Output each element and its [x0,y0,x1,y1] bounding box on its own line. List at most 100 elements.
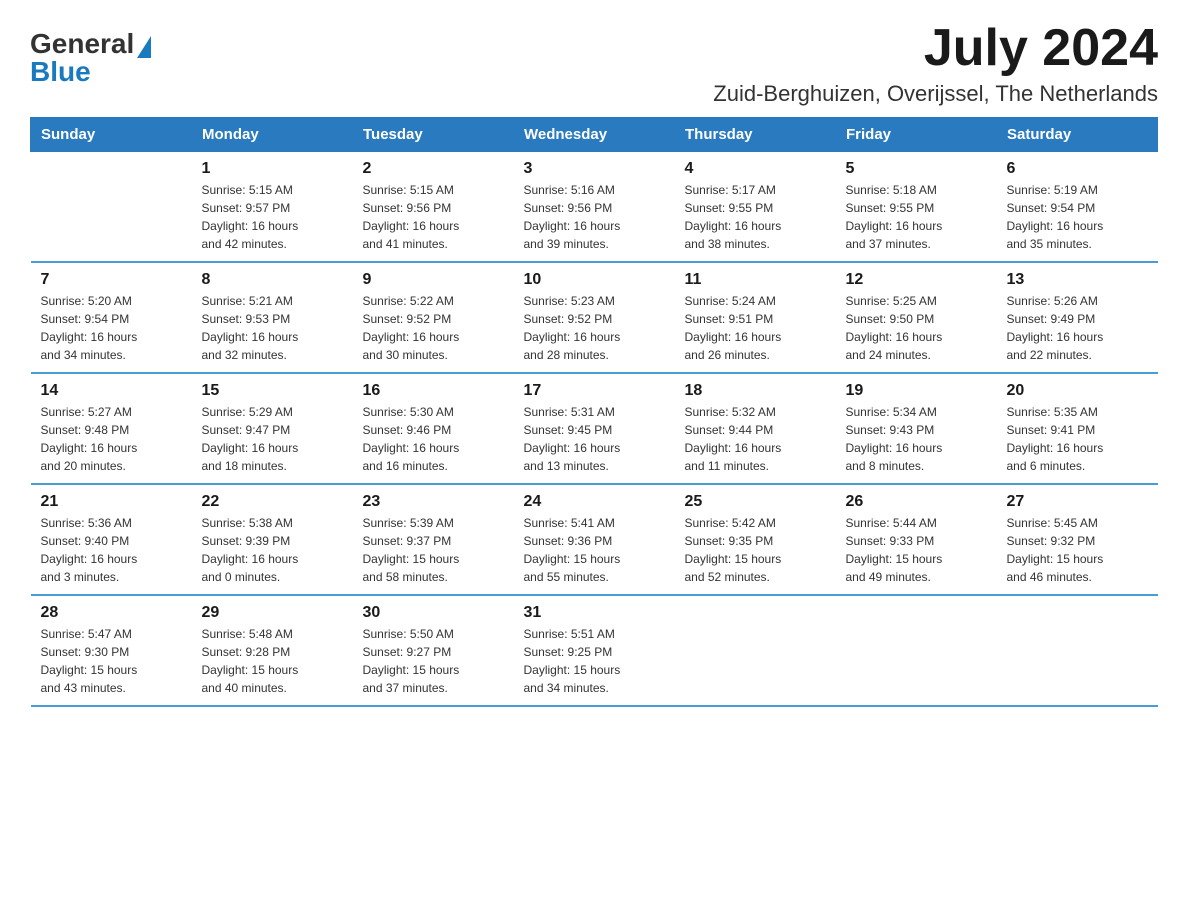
calendar-table: SundayMondayTuesdayWednesdayThursdayFrid… [30,117,1158,707]
day-info: Sunrise: 5:38 AMSunset: 9:39 PMDaylight:… [202,514,343,586]
calendar-cell: 11 Sunrise: 5:24 AMSunset: 9:51 PMDayligh… [675,262,836,373]
day-info: Sunrise: 5:21 AMSunset: 9:53 PMDaylight:… [202,292,343,364]
calendar-cell: 24 Sunrise: 5:41 AMSunset: 9:36 PMDayligh… [514,484,675,595]
header-friday: Friday [836,118,997,152]
calendar-cell [675,595,836,706]
calendar-cell [31,152,192,263]
calendar-cell: 4 Sunrise: 5:17 AMSunset: 9:55 PMDaylight… [675,152,836,263]
calendar-cell: 1 Sunrise: 5:15 AMSunset: 9:57 PMDaylight… [192,152,353,263]
day-info: Sunrise: 5:27 AMSunset: 9:48 PMDaylight:… [41,403,182,475]
day-info: Sunrise: 5:34 AMSunset: 9:43 PMDaylight:… [846,403,987,475]
day-number: 7 [41,271,182,289]
day-info: Sunrise: 5:47 AMSunset: 9:30 PMDaylight:… [41,625,182,697]
day-info: Sunrise: 5:42 AMSunset: 9:35 PMDaylight:… [685,514,826,586]
day-info: Sunrise: 5:16 AMSunset: 9:56 PMDaylight:… [524,181,665,253]
calendar-cell: 9 Sunrise: 5:22 AMSunset: 9:52 PMDaylight… [353,262,514,373]
day-number: 2 [363,160,504,178]
logo-blue: Blue [30,56,91,87]
day-number: 11 [685,271,826,289]
day-info: Sunrise: 5:24 AMSunset: 9:51 PMDaylight:… [685,292,826,364]
calendar-cell: 19Sunrise: 5:34 AMSunset: 9:43 PMDayligh… [836,373,997,484]
day-info: Sunrise: 5:19 AMSunset: 9:54 PMDaylight:… [1007,181,1148,253]
logo: General Blue [30,30,151,86]
calendar-cell: 28 Sunrise: 5:47 AMSunset: 9:30 PMDayligh… [31,595,192,706]
calendar-cell: 31 Sunrise: 5:51 AMSunset: 9:25 PMDayligh… [514,595,675,706]
day-info: Sunrise: 5:41 AMSunset: 9:36 PMDaylight:… [524,514,665,586]
day-info: Sunrise: 5:15 AMSunset: 9:57 PMDaylight:… [202,181,343,253]
day-number: 14 [41,382,182,400]
day-number: 6 [1007,160,1148,178]
day-number: 21 [41,493,182,511]
header-sunday: Sunday [31,118,192,152]
day-info: Sunrise: 5:15 AMSunset: 9:56 PMDaylight:… [363,181,504,253]
day-info: Sunrise: 5:20 AMSunset: 9:54 PMDaylight:… [41,292,182,364]
calendar-cell: 14 Sunrise: 5:27 AMSunset: 9:48 PMDayligh… [31,373,192,484]
day-info: Sunrise: 5:25 AMSunset: 9:50 PMDaylight:… [846,292,987,364]
day-number: 30 [363,604,504,622]
day-number: 10 [524,271,665,289]
day-number: 15 [202,382,343,400]
calendar-cell: 10Sunrise: 5:23 AMSunset: 9:52 PMDayligh… [514,262,675,373]
day-number: 9 [363,271,504,289]
day-info: Sunrise: 5:30 AMSunset: 9:46 PMDaylight:… [363,403,504,475]
day-number: 23 [363,493,504,511]
calendar-cell: 30 Sunrise: 5:50 AMSunset: 9:27 PMDayligh… [353,595,514,706]
calendar-cell [836,595,997,706]
calendar-cell: 6 Sunrise: 5:19 AMSunset: 9:54 PMDaylight… [997,152,1158,263]
day-number: 26 [846,493,987,511]
calendar-week-row: 7 Sunrise: 5:20 AMSunset: 9:54 PMDaylight… [31,262,1158,373]
calendar-week-row: 14 Sunrise: 5:27 AMSunset: 9:48 PMDayligh… [31,373,1158,484]
day-number: 3 [524,160,665,178]
calendar-cell: 26Sunrise: 5:44 AMSunset: 9:33 PMDayligh… [836,484,997,595]
day-info: Sunrise: 5:29 AMSunset: 9:47 PMDaylight:… [202,403,343,475]
day-number: 12 [846,271,987,289]
day-number: 28 [41,604,182,622]
location-subtitle: Zuid-Berghuizen, Overijssel, The Netherl… [713,81,1158,107]
calendar-cell: 7 Sunrise: 5:20 AMSunset: 9:54 PMDaylight… [31,262,192,373]
logo-triangle-icon [137,36,151,58]
header-monday: Monday [192,118,353,152]
calendar-cell: 23 Sunrise: 5:39 AMSunset: 9:37 PMDayligh… [353,484,514,595]
calendar-cell: 3 Sunrise: 5:16 AMSunset: 9:56 PMDaylight… [514,152,675,263]
calendar-cell: 15 Sunrise: 5:29 AMSunset: 9:47 PMDayligh… [192,373,353,484]
day-info: Sunrise: 5:26 AMSunset: 9:49 PMDaylight:… [1007,292,1148,364]
month-year-title: July 2024 [713,20,1158,77]
calendar-header-row: SundayMondayTuesdayWednesdayThursdayFrid… [31,118,1158,152]
title-section: July 2024 Zuid-Berghuizen, Overijssel, T… [713,20,1158,107]
calendar-week-row: 21 Sunrise: 5:36 AMSunset: 9:40 PMDayligh… [31,484,1158,595]
day-number: 31 [524,604,665,622]
calendar-cell: 27 Sunrise: 5:45 AMSunset: 9:32 PMDayligh… [997,484,1158,595]
day-number: 20 [1007,382,1148,400]
day-info: Sunrise: 5:39 AMSunset: 9:37 PMDaylight:… [363,514,504,586]
calendar-cell: 21 Sunrise: 5:36 AMSunset: 9:40 PMDayligh… [31,484,192,595]
header-wednesday: Wednesday [514,118,675,152]
day-number: 27 [1007,493,1148,511]
day-number: 29 [202,604,343,622]
day-info: Sunrise: 5:32 AMSunset: 9:44 PMDaylight:… [685,403,826,475]
day-number: 13 [1007,271,1148,289]
calendar-cell: 20 Sunrise: 5:35 AMSunset: 9:41 PMDayligh… [997,373,1158,484]
day-info: Sunrise: 5:50 AMSunset: 9:27 PMDaylight:… [363,625,504,697]
day-info: Sunrise: 5:35 AMSunset: 9:41 PMDaylight:… [1007,403,1148,475]
calendar-cell: 13 Sunrise: 5:26 AMSunset: 9:49 PMDayligh… [997,262,1158,373]
calendar-cell: 5Sunrise: 5:18 AMSunset: 9:55 PMDaylight… [836,152,997,263]
calendar-cell: 18 Sunrise: 5:32 AMSunset: 9:44 PMDayligh… [675,373,836,484]
day-info: Sunrise: 5:22 AMSunset: 9:52 PMDaylight:… [363,292,504,364]
day-info: Sunrise: 5:36 AMSunset: 9:40 PMDaylight:… [41,514,182,586]
calendar-cell [997,595,1158,706]
page-header: General Blue July 2024 Zuid-Berghuizen, … [30,20,1158,107]
calendar-cell: 16Sunrise: 5:30 AMSunset: 9:46 PMDayligh… [353,373,514,484]
header-tuesday: Tuesday [353,118,514,152]
day-info: Sunrise: 5:51 AMSunset: 9:25 PMDaylight:… [524,625,665,697]
day-number: 1 [202,160,343,178]
day-number: 4 [685,160,826,178]
day-info: Sunrise: 5:31 AMSunset: 9:45 PMDaylight:… [524,403,665,475]
day-info: Sunrise: 5:48 AMSunset: 9:28 PMDaylight:… [202,625,343,697]
day-number: 8 [202,271,343,289]
day-info: Sunrise: 5:45 AMSunset: 9:32 PMDaylight:… [1007,514,1148,586]
day-number: 24 [524,493,665,511]
calendar-cell: 22Sunrise: 5:38 AMSunset: 9:39 PMDayligh… [192,484,353,595]
day-info: Sunrise: 5:17 AMSunset: 9:55 PMDaylight:… [685,181,826,253]
day-number: 18 [685,382,826,400]
header-saturday: Saturday [997,118,1158,152]
